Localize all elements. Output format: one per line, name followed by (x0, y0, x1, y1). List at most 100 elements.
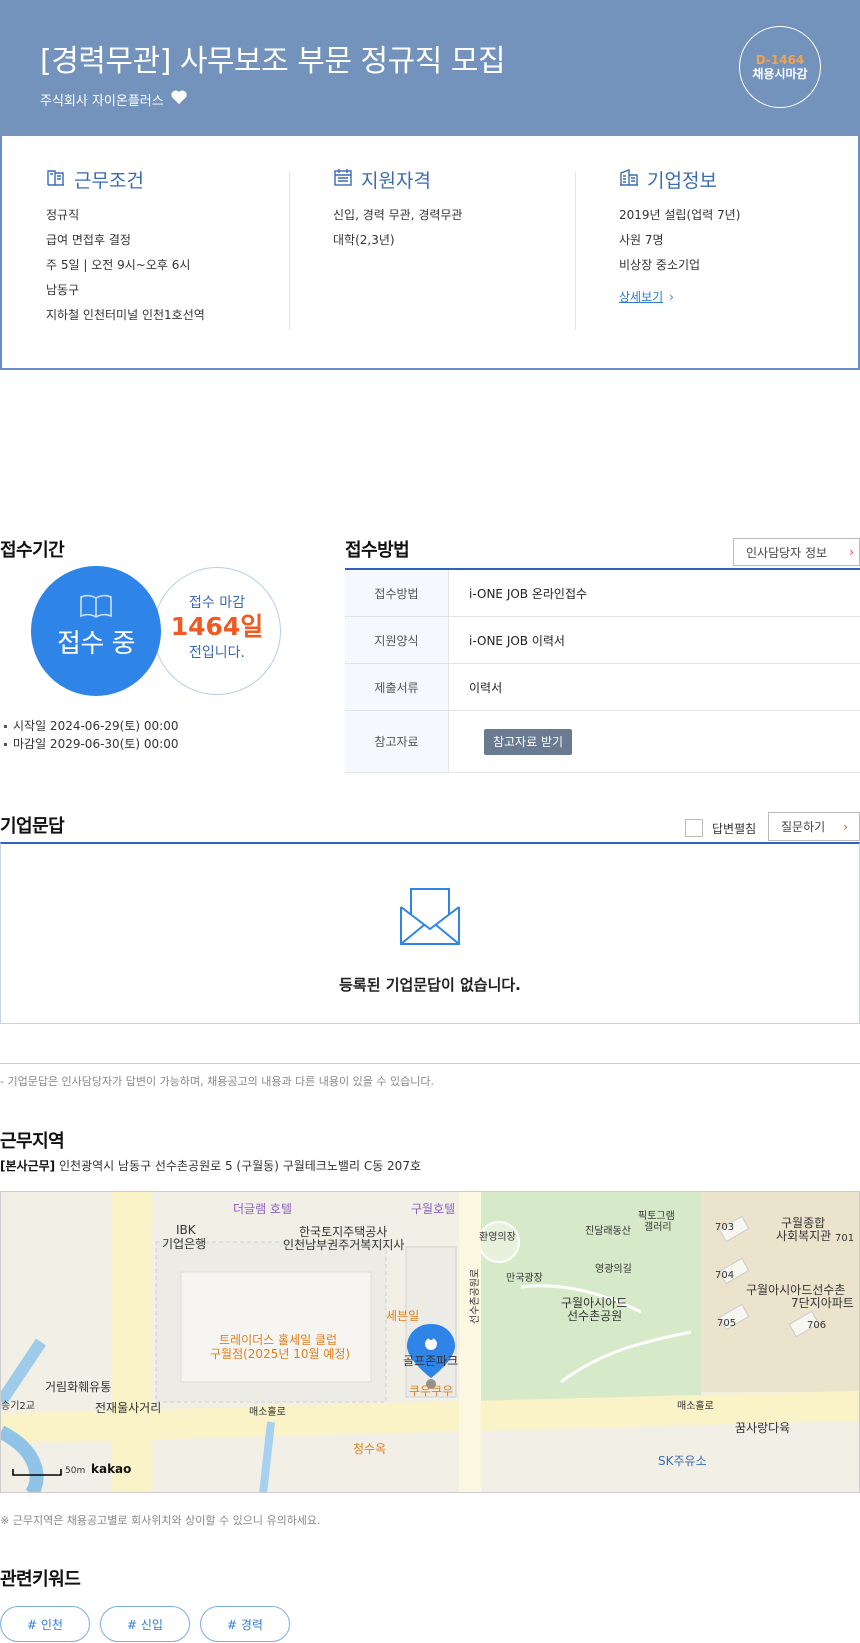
heart-icon[interactable] (170, 89, 188, 109)
keyword-tag[interactable]: # 신입 (100, 1606, 190, 1642)
conditions-column: 근무조건 정규직 급여 면접후 결정 주 5일 | 오전 9시~오후 6시 남동… (46, 166, 205, 328)
row-label: 제출서류 (345, 664, 449, 710)
status-label: 접수 중 (56, 629, 136, 659)
company-detail-link[interactable]: 상세보기 (619, 288, 663, 305)
row-label: 지원양식 (345, 617, 449, 663)
map-label: IBK (176, 1223, 197, 1237)
location-title: 근무지역 (0, 1131, 65, 1152)
map-label: 706 (807, 1320, 826, 1331)
hr-info-button[interactable]: 인사담당자 정보 › (733, 538, 860, 566)
map-label: 환영의장 (479, 1231, 516, 1243)
map-scale-label: 50m (65, 1466, 85, 1476)
table-row: 지원양식 i-ONE JOB 이력서 (345, 617, 860, 664)
map-label: 인천남부권주거복지지사 (283, 1237, 404, 1252)
map-label: 매소홀로 (249, 1405, 286, 1418)
chevron-right-icon: › (849, 545, 854, 559)
deadline-label: 접수 마감 (189, 595, 245, 611)
qualification-item: 신입, 경력 무관, 경력무관 (333, 208, 463, 222)
qualifications-column: 지원자격 신입, 경력 무관, 경력무관 대학(2,3년) (333, 166, 462, 253)
ask-question-label: 질문하기 (781, 820, 826, 834)
column-divider (289, 172, 290, 330)
qa-title: 기업문답 (0, 816, 65, 837)
map-label: 선수촌공원 (567, 1309, 622, 1323)
ask-question-button[interactable]: 질문하기 › (768, 812, 860, 841)
map-label: 매소홀로 (677, 1399, 714, 1412)
row-value: 이력서 (469, 680, 503, 695)
keywords-title: 관련키워드 (0, 1569, 81, 1590)
keyword-tag[interactable]: # 경력 (200, 1606, 290, 1642)
table-row: 제출서류 이력서 (345, 664, 860, 711)
book-icon (31, 593, 161, 623)
method-title: 접수방법 (345, 540, 410, 561)
map-label: 영광의길 (595, 1262, 632, 1275)
map-note: ※ 근무지역은 채용공고별로 회사위치와 상이할 수 있으니 유의하세요. (0, 1514, 321, 1527)
qa-note: - 기업문답은 인사담당자가 답변이 가능하며, 채용공고의 내용과 다른 내용… (0, 1075, 434, 1088)
map-label: 꿈사랑다육 (735, 1421, 790, 1435)
deadline-circle: 접수 마감 1464일 전입니다. (153, 567, 281, 695)
method-table: 접수방법 i-ONE JOB 온라인접수 지원양식 i-ONE JOB 이력서 제출… (345, 568, 860, 773)
company-info-item: 사원 7명 (619, 233, 664, 247)
map-label: 기업은행 (162, 1236, 206, 1251)
qualifications-title: 지원자격 (361, 170, 431, 192)
qa-empty-text: 등록된 기업문답이 없습니다. (339, 976, 521, 994)
map-label: 구월아시아드선수촌 (746, 1283, 845, 1297)
condition-item: 주 5일 | 오전 9시~오후 6시 (46, 258, 191, 272)
map-label: 쿠우쿠우 (409, 1384, 453, 1398)
column-divider (575, 172, 576, 330)
map-label: 전재울사거리 (95, 1401, 161, 1415)
keyword-tag[interactable]: # 인천 (0, 1606, 90, 1642)
map-label: 703 (715, 1222, 734, 1233)
condition-item: 급여 면접후 결정 (46, 233, 131, 247)
table-row: 참고자료 참고자료 받기 (345, 711, 860, 773)
map-label: 승기2교 (1, 1400, 35, 1412)
table-row: 접수방법 i-ONE JOB 온라인접수 (345, 570, 860, 617)
map-label: 701 (835, 1233, 854, 1244)
map-label: 트레이더스 홀세일 클럽 (219, 1333, 337, 1347)
period-title: 접수기간 (0, 540, 65, 561)
map-label: 세븐일 (386, 1309, 419, 1323)
row-value: i-ONE JOB 온라인접수 (469, 586, 588, 601)
work-address: [본사근무] 인천광역시 남동구 선수촌공원로 5 (구월동) 구월테크노밸리 … (0, 1157, 421, 1174)
job-summary-box: 근무조건 정규직 급여 면접후 결정 주 5일 | 오전 9시~오후 6시 남동… (0, 136, 860, 370)
location-map[interactable]: 더글램 호텔 구월호텔 IBK 기업은행 한국토지주택공사 인천남부권주거복지지… (0, 1191, 860, 1493)
map-label: 705 (717, 1318, 736, 1329)
expand-answers-checkbox[interactable] (685, 819, 703, 837)
condition-item: 정규직 (46, 208, 80, 222)
row-label: 접수방법 (345, 570, 449, 616)
envelope-icon (399, 885, 461, 951)
days-suffix: 전입니다. (189, 645, 245, 661)
map-label: 사회복지관 (776, 1229, 831, 1243)
chevron-right-icon: › (669, 290, 674, 304)
row-label: 참고자료 (345, 711, 449, 772)
company-info-item: 2019년 설립(업력 7년) (619, 208, 741, 222)
expand-answers-label[interactable]: 답변펼침 (712, 820, 756, 837)
download-reference-button[interactable]: 참고자료 받기 (484, 728, 572, 755)
map-label: 한국토지주택공사 (299, 1225, 387, 1239)
dday-caption: 채용시마감 (752, 67, 808, 81)
company-row: 주식회사 자이온플러스 (40, 89, 188, 109)
map-label: 만국광장 (506, 1272, 543, 1284)
company-info-title: 기업정보 (647, 170, 717, 192)
qualification-item: 대학(2,3년) (333, 233, 395, 247)
map-label: 구월점(2025년 10월 예정) (210, 1347, 350, 1361)
days-left: 1464일 (170, 612, 264, 641)
divider (0, 1063, 860, 1064)
map-label: 7단지아파트 (791, 1296, 854, 1310)
dday-count: D-1464 (755, 53, 805, 67)
company-name[interactable]: 주식회사 자이온플러스 (40, 90, 164, 109)
row-value: 참고자료 받기 (449, 711, 860, 772)
end-date: 마감일 2029-06-30(토) 00:00 (4, 735, 178, 752)
condition-item: 지하철 인천터미널 인천1호선역 (46, 308, 205, 322)
map-label: 704 (715, 1270, 734, 1281)
map-label: 구월종합 (781, 1216, 825, 1230)
hr-info-label: 인사담당자 정보 (746, 545, 828, 560)
building-icon (46, 168, 66, 191)
map-label: 진달래동산 (585, 1225, 631, 1237)
map-label: 픽토그램 (638, 1210, 675, 1222)
map-label: 구월호텔 (411, 1202, 455, 1216)
map-label: 갤러리 (644, 1221, 672, 1233)
conditions-title: 근무조건 (74, 170, 144, 192)
map-label: 골프존파크 (403, 1354, 458, 1368)
map-label: 선수촌공원로 (469, 1269, 481, 1324)
company-info-item: 비상장 중소기업 (619, 258, 701, 272)
